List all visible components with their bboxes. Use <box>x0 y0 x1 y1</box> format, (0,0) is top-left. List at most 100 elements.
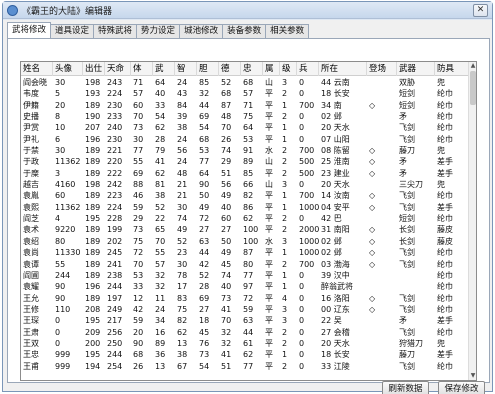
table-cell[interactable]: 69 <box>197 293 219 304</box>
table-cell[interactable]: 藤刀 <box>397 145 435 156</box>
table-cell[interactable]: 水 <box>263 145 280 156</box>
table-cell[interactable]: 700 <box>297 259 319 270</box>
table-cell[interactable]: 27 <box>197 224 219 235</box>
table-cell[interactable]: 38 <box>175 349 197 360</box>
table-cell[interactable]: 59 <box>131 202 153 213</box>
table-cell[interactable]: 245 <box>105 247 131 258</box>
table-cell[interactable]: 纶巾 <box>435 111 469 122</box>
table-cell[interactable]: 75 <box>241 111 263 122</box>
table-cell[interactable]: 18 <box>197 315 219 326</box>
table-cell[interactable]: 23 <box>175 247 197 258</box>
table-cell[interactable]: 207 <box>83 122 105 133</box>
table-cell[interactable]: 90 <box>53 293 83 304</box>
column-header[interactable]: 智 <box>175 62 197 76</box>
table-cell[interactable]: 纶巾 <box>435 361 469 372</box>
table-cell[interactable]: 藤皮 <box>435 236 469 247</box>
table-cell[interactable]: 飞剑 <box>397 122 435 133</box>
table-cell[interactable]: 244 <box>105 281 131 292</box>
column-header[interactable]: 防具 <box>435 62 469 76</box>
table-cell[interactable]: 189 <box>83 145 105 156</box>
table-cell[interactable]: 189 <box>83 190 105 201</box>
table-cell[interactable]: 平 <box>263 134 280 145</box>
table-cell[interactable]: 24 <box>153 304 175 315</box>
table-cell[interactable]: 999 <box>53 349 83 360</box>
table-cell[interactable]: 14 汝南 <box>319 190 367 201</box>
table-cell[interactable]: 42 <box>197 259 219 270</box>
table-cell[interactable]: 王忠 <box>21 349 53 360</box>
table-cell[interactable]: 67 <box>175 361 197 372</box>
table-cell[interactable]: 袁绍 <box>21 236 53 247</box>
table-cell[interactable]: 0 <box>53 338 83 349</box>
tab-3[interactable]: 势力设定 <box>136 24 181 38</box>
table-cell[interactable]: 于禁 <box>21 145 53 156</box>
table-cell[interactable]: 平 <box>263 349 280 360</box>
table-cell[interactable] <box>367 179 397 190</box>
table-cell[interactable]: 23 建业 <box>319 168 367 179</box>
table-cell[interactable]: 长剑 <box>397 224 435 235</box>
table-cell[interactable]: 飞剑 <box>397 361 435 372</box>
table-cell[interactable]: 208 <box>83 304 105 315</box>
table-row[interactable]: 史播 8 190 233 70 54 39 69 48 75 平 2 0 02 邺 矛纶巾 <box>21 111 469 122</box>
table-cell[interactable]: 3 <box>53 168 83 179</box>
table-cell[interactable]: 兜 <box>435 145 469 156</box>
table-cell[interactable]: 短剑 <box>397 100 435 111</box>
table-cell[interactable]: 256 <box>105 327 131 338</box>
table-cell[interactable]: 0 <box>297 270 319 281</box>
table-cell[interactable]: 75 <box>175 304 197 315</box>
table-cell[interactable]: 4 <box>53 213 83 224</box>
table-cell[interactable]: 短剑 <box>397 88 435 99</box>
table-cell[interactable]: 49 <box>197 202 219 213</box>
table-cell[interactable]: 63 <box>197 236 219 247</box>
table-cell[interactable]: ◇ <box>367 145 397 156</box>
table-cell[interactable]: 43 <box>175 88 197 99</box>
scroll-up-arrow-icon[interactable]: ▲ <box>469 62 476 70</box>
table-cell[interactable]: 29 <box>131 213 153 224</box>
table-cell[interactable]: 73 <box>131 122 153 133</box>
table-cell[interactable]: 84 <box>175 100 197 111</box>
table-cell[interactable]: 44 <box>197 100 219 111</box>
table-cell[interactable]: 700 <box>297 145 319 156</box>
table-cell[interactable]: 0 <box>297 338 319 349</box>
table-cell[interactable]: 纶巾 <box>435 88 469 99</box>
table-cell[interactable]: 03 渤海 <box>319 259 367 270</box>
table-cell[interactable] <box>367 134 397 145</box>
table-cell[interactable]: 1 <box>280 100 297 111</box>
table-row[interactable]: 袁谭 55 189 241 70 57 30 42 45 80 平 2 700 03 渤海 ◇ 飞剑 纶巾 <box>21 258 469 270</box>
table-cell[interactable]: 70 <box>219 315 241 326</box>
table-cell[interactable]: 20 <box>53 100 83 111</box>
table-cell[interactable]: 22 <box>153 213 175 224</box>
table-cell[interactable] <box>367 281 397 292</box>
vertical-scrollbar[interactable]: ▲ ▼ <box>468 62 476 380</box>
table-cell[interactable] <box>397 281 435 292</box>
table-cell[interactable]: 76 <box>197 338 219 349</box>
table-cell[interactable]: 平 <box>263 327 280 338</box>
table-cell[interactable]: 81 <box>153 179 175 190</box>
table-cell[interactable]: 纶巾 <box>435 304 469 315</box>
table-cell[interactable]: 纶巾 <box>435 213 469 224</box>
table-cell[interactable]: ◇ <box>367 168 397 179</box>
table-cell[interactable]: 68 <box>219 88 241 99</box>
column-header[interactable]: 武器 <box>397 62 435 76</box>
table-cell[interactable]: 189 <box>83 202 105 213</box>
table-cell[interactable]: 2 <box>280 361 297 372</box>
table-cell[interactable]: 44 <box>197 247 219 258</box>
table-cell[interactable] <box>367 122 397 133</box>
table-cell[interactable]: 82 <box>241 190 263 201</box>
table-cell[interactable]: 189 <box>83 168 105 179</box>
table-cell[interactable]: 藤刀 <box>397 349 435 360</box>
table-cell[interactable]: 山 <box>263 156 280 167</box>
table-cell[interactable]: 68 <box>131 349 153 360</box>
table-cell[interactable]: 02 邺 <box>319 247 367 258</box>
table-cell[interactable]: 89 <box>241 156 263 167</box>
table-cell[interactable]: 64 <box>197 168 219 179</box>
table-cell[interactable]: 平 <box>263 293 280 304</box>
table-cell[interactable]: 51 <box>219 168 241 179</box>
column-header[interactable]: 属 <box>263 62 280 76</box>
table-cell[interactable]: 198 <box>83 77 105 88</box>
table-cell[interactable]: 0 <box>297 88 319 99</box>
table-cell[interactable]: 16 <box>153 327 175 338</box>
table-cell[interactable]: 1000 <box>297 236 319 247</box>
table-cell[interactable]: 199 <box>105 224 131 235</box>
table-cell[interactable]: 24 <box>175 134 197 145</box>
table-cell[interactable]: 水 <box>263 236 280 247</box>
